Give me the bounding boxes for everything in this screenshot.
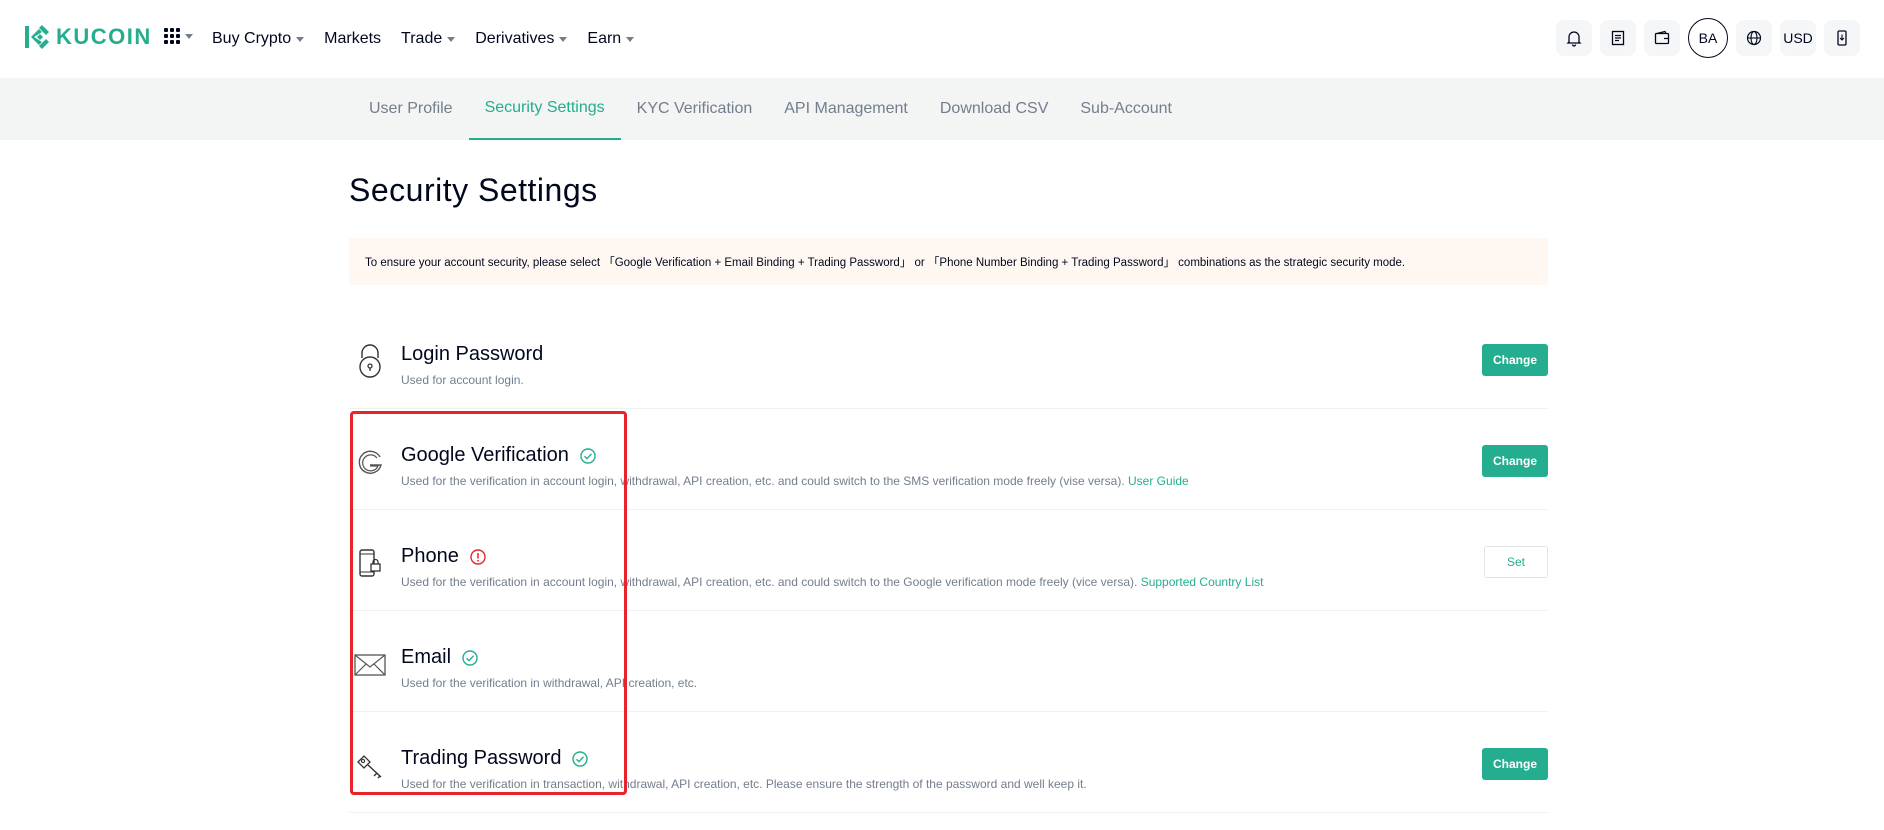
setting-title: Email xyxy=(401,646,452,668)
google-icon xyxy=(353,443,387,481)
nav-item-label: Buy Crypto xyxy=(212,30,292,47)
setting-description-text: Used for the verification in account log… xyxy=(401,575,1138,589)
security-notice: To ensure your account security, please … xyxy=(349,238,1548,285)
setting-row-login-password: Login Password Used for account login. Cha… xyxy=(349,309,1548,409)
setting-description: Used for the verification in withdrawal,… xyxy=(401,676,697,690)
chevron-down-icon xyxy=(296,36,305,42)
tab-kyc-verification[interactable]: KYC Verification xyxy=(621,78,769,140)
nav-item-label: Derivatives xyxy=(475,30,555,47)
nav-item-derivatives[interactable]: Derivatives xyxy=(475,30,568,48)
setting-description-text: Used for account login. xyxy=(401,373,524,387)
setting-row-trading-password: Trading Password Used for the verificatio… xyxy=(349,713,1548,813)
setting-link-user-guide[interactable]: User Guide xyxy=(1128,474,1189,488)
email-icon xyxy=(353,645,387,683)
setting-name: Email xyxy=(401,646,479,669)
check-circle-icon xyxy=(571,750,589,768)
nav-item-earn[interactable]: Earn xyxy=(587,30,635,48)
chevron-down-icon xyxy=(447,36,456,42)
login-password-change-button[interactable]: Change xyxy=(1481,344,1548,376)
tab-sub-account[interactable]: Sub-Account xyxy=(1064,78,1188,140)
brand-name: KUCOIN xyxy=(56,24,152,49)
check-circle-icon xyxy=(461,649,479,667)
nav-item-markets[interactable]: Markets xyxy=(324,30,381,48)
setting-description: Used for the verification in account log… xyxy=(401,474,1189,488)
language-button[interactable] xyxy=(1736,20,1772,56)
chevron-down-icon xyxy=(185,33,193,39)
nav-item-label: Trade xyxy=(401,30,443,47)
bell-icon xyxy=(1566,31,1582,47)
currency-label: USD xyxy=(1783,30,1813,46)
setting-link-supported-country-list[interactable]: Supported Country List xyxy=(1141,575,1264,589)
check-circle-icon xyxy=(579,447,597,465)
kucoin-logo[interactable]: KUCOIN xyxy=(22,22,152,52)
tab-download-csv[interactable]: Download CSV xyxy=(924,78,1065,140)
nav-item-buy-crypto[interactable]: Buy Crypto xyxy=(212,30,305,48)
wallet-icon xyxy=(1654,30,1670,45)
grid-icon xyxy=(164,28,180,44)
setting-description: Used for the verification in transaction… xyxy=(401,777,1087,791)
apps-menu-button[interactable] xyxy=(164,28,193,44)
setting-description-text: Used for the verification in account log… xyxy=(401,474,1125,488)
setting-title: Login Password xyxy=(401,343,544,365)
page-title: Security Settings xyxy=(349,172,598,208)
mobile-download-icon xyxy=(1837,30,1847,46)
setting-name: Phone xyxy=(401,545,487,568)
chevron-down-icon xyxy=(559,36,568,42)
setting-name: Trading Password xyxy=(401,747,589,770)
setting-name: Google Verification xyxy=(401,444,597,467)
phone-icon xyxy=(353,544,387,582)
nav-item-trade[interactable]: Trade xyxy=(401,30,456,48)
nav-item-label: Markets xyxy=(324,30,382,47)
google-verification-change-button[interactable]: Change xyxy=(1481,445,1548,477)
main-menu: Buy Crypto Markets Trade Derivatives Earn xyxy=(212,0,654,78)
security-notice-text: To ensure your account security, please … xyxy=(365,256,1406,269)
setting-title: Trading Password xyxy=(401,747,562,769)
account-subnav: User Profile Security Settings KYC Verific… xyxy=(0,78,1884,140)
tab-user-profile[interactable]: User Profile xyxy=(353,78,469,140)
header-tools: BA USD xyxy=(1548,18,1860,58)
trading-password-change-button[interactable]: Change xyxy=(1481,748,1548,780)
tab-security-settings[interactable]: Security Settings xyxy=(468,78,621,140)
currency-button[interactable]: USD xyxy=(1780,20,1816,56)
key-icon xyxy=(353,746,387,784)
warning-circle-icon xyxy=(469,548,487,566)
setting-row-google-verification: Google Verification Used for the verifica… xyxy=(349,410,1548,510)
notifications-button[interactable] xyxy=(1556,20,1592,56)
orders-button[interactable] xyxy=(1600,20,1636,56)
setting-row-email: Email Used for the verification in withdr… xyxy=(349,612,1548,712)
setting-row-phone: Phone Used for the verification in accoun… xyxy=(349,511,1548,611)
setting-description-text: Used for the verification in transaction… xyxy=(401,777,1087,791)
setting-description-text: Used for the verification in withdrawal,… xyxy=(401,676,698,690)
setting-title: Google Verification xyxy=(401,444,569,466)
tab-api-management[interactable]: API Management xyxy=(768,78,924,140)
setting-description: Used for the verification in account log… xyxy=(401,575,1263,589)
chevron-down-icon xyxy=(626,36,635,42)
globe-icon xyxy=(1746,30,1762,46)
orders-icon xyxy=(1611,30,1625,46)
nav-item-label: Earn xyxy=(587,30,622,47)
wallet-button[interactable] xyxy=(1644,20,1680,56)
top-navigation: KUCOIN Buy Crypto Markets Trade Derivatives… xyxy=(0,0,1884,78)
download-app-button[interactable] xyxy=(1824,20,1860,56)
setting-title: Phone xyxy=(401,545,459,567)
setting-description: Used for account login. xyxy=(401,373,524,387)
phone-set-button[interactable]: Set xyxy=(1484,546,1548,578)
setting-name: Login Password xyxy=(401,343,543,366)
avatar[interactable]: BA xyxy=(1688,18,1728,58)
kucoin-logo-icon xyxy=(25,25,49,49)
lock-icon xyxy=(353,342,387,380)
